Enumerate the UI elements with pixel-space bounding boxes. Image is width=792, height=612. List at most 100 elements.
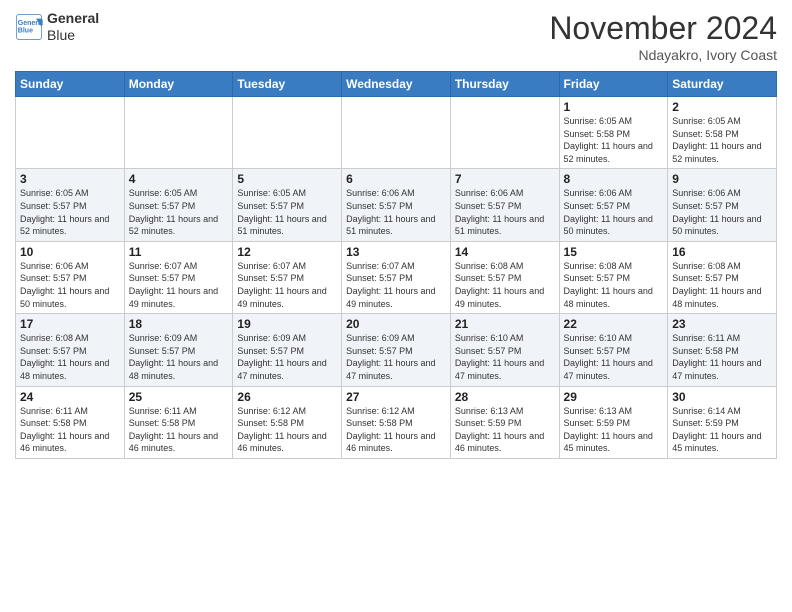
day-number: 14 — [455, 245, 555, 259]
day-number: 10 — [20, 245, 120, 259]
week-row-0: 1Sunrise: 6:05 AM Sunset: 5:58 PM Daylig… — [16, 97, 777, 169]
day-number: 15 — [564, 245, 664, 259]
day-number: 3 — [20, 172, 120, 186]
day-info: Sunrise: 6:12 AM Sunset: 5:58 PM Dayligh… — [237, 405, 337, 455]
calendar-body: 1Sunrise: 6:05 AM Sunset: 5:58 PM Daylig… — [16, 97, 777, 459]
day-cell: 26Sunrise: 6:12 AM Sunset: 5:58 PM Dayli… — [233, 386, 342, 458]
day-number: 23 — [672, 317, 772, 331]
day-header-sunday: Sunday — [16, 72, 125, 97]
day-number: 7 — [455, 172, 555, 186]
day-number: 13 — [346, 245, 446, 259]
day-cell: 15Sunrise: 6:08 AM Sunset: 5:57 PM Dayli… — [559, 241, 668, 313]
day-number: 18 — [129, 317, 229, 331]
day-cell: 16Sunrise: 6:08 AM Sunset: 5:57 PM Dayli… — [668, 241, 777, 313]
day-info: Sunrise: 6:11 AM Sunset: 5:58 PM Dayligh… — [20, 405, 120, 455]
logo-general: General — [47, 10, 99, 27]
day-cell: 14Sunrise: 6:08 AM Sunset: 5:57 PM Dayli… — [450, 241, 559, 313]
day-cell: 13Sunrise: 6:07 AM Sunset: 5:57 PM Dayli… — [342, 241, 451, 313]
day-cell: 11Sunrise: 6:07 AM Sunset: 5:57 PM Dayli… — [124, 241, 233, 313]
day-number: 24 — [20, 390, 120, 404]
day-cell: 24Sunrise: 6:11 AM Sunset: 5:58 PM Dayli… — [16, 386, 125, 458]
day-header-wednesday: Wednesday — [342, 72, 451, 97]
day-info: Sunrise: 6:06 AM Sunset: 5:57 PM Dayligh… — [455, 187, 555, 237]
day-number: 29 — [564, 390, 664, 404]
week-row-3: 17Sunrise: 6:08 AM Sunset: 5:57 PM Dayli… — [16, 314, 777, 386]
day-info: Sunrise: 6:05 AM Sunset: 5:58 PM Dayligh… — [564, 115, 664, 165]
day-cell: 21Sunrise: 6:10 AM Sunset: 5:57 PM Dayli… — [450, 314, 559, 386]
title-block: November 2024 Ndayakro, Ivory Coast — [549, 10, 777, 63]
calendar-header: SundayMondayTuesdayWednesdayThursdayFrid… — [16, 72, 777, 97]
day-info: Sunrise: 6:10 AM Sunset: 5:57 PM Dayligh… — [455, 332, 555, 382]
day-number: 2 — [672, 100, 772, 114]
day-cell — [124, 97, 233, 169]
day-cell: 4Sunrise: 6:05 AM Sunset: 5:57 PM Daylig… — [124, 169, 233, 241]
logo-blue: Blue — [47, 27, 99, 44]
day-number: 16 — [672, 245, 772, 259]
day-cell: 10Sunrise: 6:06 AM Sunset: 5:57 PM Dayli… — [16, 241, 125, 313]
day-info: Sunrise: 6:10 AM Sunset: 5:57 PM Dayligh… — [564, 332, 664, 382]
day-cell — [233, 97, 342, 169]
day-header-tuesday: Tuesday — [233, 72, 342, 97]
day-number: 25 — [129, 390, 229, 404]
day-info: Sunrise: 6:08 AM Sunset: 5:57 PM Dayligh… — [455, 260, 555, 310]
day-header-friday: Friday — [559, 72, 668, 97]
day-info: Sunrise: 6:09 AM Sunset: 5:57 PM Dayligh… — [237, 332, 337, 382]
day-cell: 8Sunrise: 6:06 AM Sunset: 5:57 PM Daylig… — [559, 169, 668, 241]
day-number: 26 — [237, 390, 337, 404]
day-number: 21 — [455, 317, 555, 331]
svg-text:Blue: Blue — [18, 27, 33, 34]
day-cell: 2Sunrise: 6:05 AM Sunset: 5:58 PM Daylig… — [668, 97, 777, 169]
day-cell: 29Sunrise: 6:13 AM Sunset: 5:59 PM Dayli… — [559, 386, 668, 458]
day-info: Sunrise: 6:06 AM Sunset: 5:57 PM Dayligh… — [20, 260, 120, 310]
day-cell: 22Sunrise: 6:10 AM Sunset: 5:57 PM Dayli… — [559, 314, 668, 386]
day-info: Sunrise: 6:05 AM Sunset: 5:58 PM Dayligh… — [672, 115, 772, 165]
day-number: 4 — [129, 172, 229, 186]
day-cell: 7Sunrise: 6:06 AM Sunset: 5:57 PM Daylig… — [450, 169, 559, 241]
day-info: Sunrise: 6:13 AM Sunset: 5:59 PM Dayligh… — [564, 405, 664, 455]
day-cell: 20Sunrise: 6:09 AM Sunset: 5:57 PM Dayli… — [342, 314, 451, 386]
week-row-2: 10Sunrise: 6:06 AM Sunset: 5:57 PM Dayli… — [16, 241, 777, 313]
day-number: 5 — [237, 172, 337, 186]
week-row-4: 24Sunrise: 6:11 AM Sunset: 5:58 PM Dayli… — [16, 386, 777, 458]
day-cell: 25Sunrise: 6:11 AM Sunset: 5:58 PM Dayli… — [124, 386, 233, 458]
day-number: 22 — [564, 317, 664, 331]
day-cell — [16, 97, 125, 169]
day-cell: 12Sunrise: 6:07 AM Sunset: 5:57 PM Dayli… — [233, 241, 342, 313]
day-info: Sunrise: 6:05 AM Sunset: 5:57 PM Dayligh… — [129, 187, 229, 237]
day-info: Sunrise: 6:14 AM Sunset: 5:59 PM Dayligh… — [672, 405, 772, 455]
day-number: 8 — [564, 172, 664, 186]
day-info: Sunrise: 6:09 AM Sunset: 5:57 PM Dayligh… — [346, 332, 446, 382]
day-cell — [450, 97, 559, 169]
day-cell: 3Sunrise: 6:05 AM Sunset: 5:57 PM Daylig… — [16, 169, 125, 241]
month-title: November 2024 — [549, 10, 777, 47]
header: General Blue General Blue November 2024 … — [15, 10, 777, 63]
day-cell: 18Sunrise: 6:09 AM Sunset: 5:57 PM Dayli… — [124, 314, 233, 386]
week-row-1: 3 Sunrise: 6:05 AM Sunset: 5:57 PM Daylig… — [16, 169, 777, 241]
day-info: Sunrise: 6:08 AM Sunset: 5:57 PM Dayligh… — [672, 260, 772, 310]
day-header-thursday: Thursday — [450, 72, 559, 97]
day-number: 19 — [237, 317, 337, 331]
logo-icon: General Blue — [15, 13, 43, 41]
location: Ndayakro, Ivory Coast — [549, 47, 777, 63]
calendar: SundayMondayTuesdayWednesdayThursdayFrid… — [15, 71, 777, 459]
day-cell: 19Sunrise: 6:09 AM Sunset: 5:57 PM Dayli… — [233, 314, 342, 386]
day-info: Sunrise: 6:13 AM Sunset: 5:59 PM Dayligh… — [455, 405, 555, 455]
logo: General Blue General Blue — [15, 10, 99, 44]
day-number: 30 — [672, 390, 772, 404]
day-cell: 28Sunrise: 6:13 AM Sunset: 5:59 PM Dayli… — [450, 386, 559, 458]
day-cell: 1Sunrise: 6:05 AM Sunset: 5:58 PM Daylig… — [559, 97, 668, 169]
day-cell: 9Sunrise: 6:06 AM Sunset: 5:57 PM Daylig… — [668, 169, 777, 241]
day-header-saturday: Saturday — [668, 72, 777, 97]
day-number: 6 — [346, 172, 446, 186]
day-number: 9 — [672, 172, 772, 186]
day-info: Sunrise: 6:07 AM Sunset: 5:57 PM Dayligh… — [237, 260, 337, 310]
day-info: Sunrise: 6:06 AM Sunset: 5:57 PM Dayligh… — [346, 187, 446, 237]
page: General Blue General Blue November 2024 … — [0, 0, 792, 612]
day-info: Sunrise: 6:09 AM Sunset: 5:57 PM Dayligh… — [129, 332, 229, 382]
day-info: Sunrise: 6:12 AM Sunset: 5:58 PM Dayligh… — [346, 405, 446, 455]
day-info: Sunrise: 6:05 AM Sunset: 5:57 PM Dayligh… — [237, 187, 337, 237]
day-cell: 5Sunrise: 6:05 AM Sunset: 5:57 PM Daylig… — [233, 169, 342, 241]
day-number: 28 — [455, 390, 555, 404]
day-info: Sunrise: 6:11 AM Sunset: 5:58 PM Dayligh… — [672, 332, 772, 382]
day-info: Sunrise: 6:08 AM Sunset: 5:57 PM Dayligh… — [564, 260, 664, 310]
